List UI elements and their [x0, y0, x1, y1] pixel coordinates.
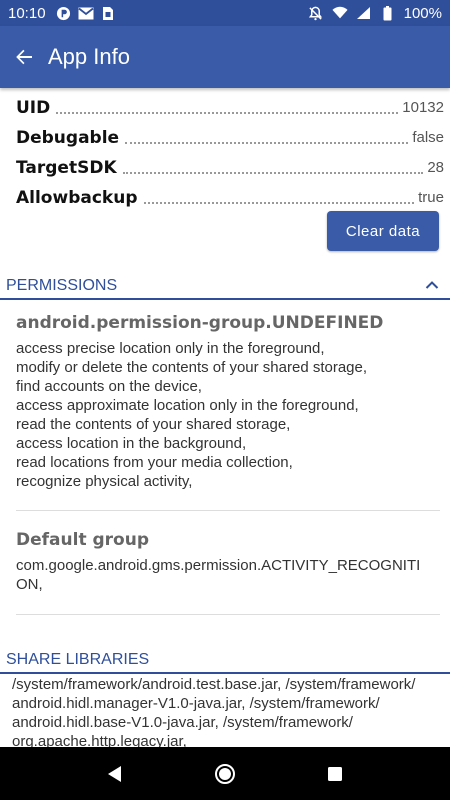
info-key: Debugable	[16, 128, 122, 148]
back-button[interactable]	[0, 33, 48, 81]
info-row-debugable: Debugable false	[0, 118, 450, 148]
permission-group: android.permission-group.UNDEFINED acces…	[16, 313, 440, 491]
nav-recents-button[interactable]	[315, 754, 355, 794]
permission-item: modify or delete the contents of your sh…	[16, 359, 368, 376]
permissions-header-label: PERMISSIONS	[6, 277, 118, 294]
permission-item: ON,	[16, 576, 43, 593]
permission-group-title: Default group	[16, 530, 149, 550]
navigation-bar	[0, 747, 450, 800]
info-row-targetsdk: TargetSDK 28	[0, 148, 450, 178]
permission-item: recognize physical activity,	[16, 473, 193, 490]
app-info-details: UID 10132 Debugable false TargetSDK 28 A…	[0, 88, 450, 208]
dotted-leader	[143, 202, 415, 204]
nav-home-button[interactable]	[205, 754, 245, 794]
library-line: /system/framework/android.test.base.jar,…	[12, 676, 416, 693]
dotted-leader	[122, 172, 424, 174]
permissions-header[interactable]: PERMISSIONS	[0, 274, 450, 300]
info-value: 10132	[402, 99, 444, 116]
recents-icon	[328, 766, 342, 781]
dotted-leader	[125, 142, 409, 144]
arrow-back-icon	[16, 49, 32, 65]
library-line: android.hidl.manager-V1.0-java.jar, /sys…	[12, 695, 380, 712]
divider	[16, 510, 440, 511]
permission-group: Default group com.google.android.gms.per…	[16, 530, 440, 594]
share-libraries-header[interactable]: SHARE LIBRARIES	[0, 648, 450, 674]
info-key: TargetSDK	[16, 158, 119, 178]
dotted-leader	[56, 112, 399, 114]
info-value: 28	[427, 159, 444, 176]
wifi-icon	[332, 5, 348, 21]
back-icon	[108, 765, 121, 782]
clear-data-button[interactable]: Clear data	[327, 211, 439, 251]
battery-percent: 100%	[403, 4, 442, 22]
divider	[16, 614, 440, 615]
gmail-icon	[77, 5, 94, 21]
dnd-off-icon	[308, 5, 324, 21]
share-libraries-list: /system/framework/android.test.base.jar,…	[12, 675, 448, 751]
info-key: UID	[16, 98, 53, 118]
permission-item: find accounts on the device,	[16, 378, 202, 395]
battery-icon	[380, 5, 396, 21]
permission-item: access approximate location only in the …	[16, 397, 359, 414]
section-divider	[0, 298, 450, 300]
app-bar: App Info	[0, 26, 450, 88]
library-line: android.hidl.base-V1.0-java.jar, /system…	[12, 714, 353, 731]
permission-item: read the contents of your shared storage…	[16, 416, 291, 433]
permission-group-title: android.permission-group.UNDEFINED	[16, 313, 384, 333]
permission-item: read locations from your media collectio…	[16, 454, 293, 471]
permission-item: com.google.android.gms.permission.ACTIVI…	[16, 557, 421, 574]
nav-back-button[interactable]	[95, 754, 135, 794]
info-key: Allowbackup	[16, 188, 140, 208]
page-title: App Info	[48, 44, 130, 69]
permission-item: access location in the background,	[16, 435, 247, 452]
chevron-up-icon[interactable]	[424, 277, 440, 293]
info-value: true	[418, 189, 444, 206]
home-icon	[215, 763, 235, 784]
sim-icon	[100, 5, 116, 21]
status-bar: 10:10 100%	[0, 0, 450, 26]
signal-icon	[356, 5, 372, 21]
section-divider	[0, 672, 450, 674]
info-row-uid: UID 10132	[0, 88, 450, 118]
permission-item: access precise location only in the fore…	[16, 340, 325, 357]
info-row-allowbackup: Allowbackup true	[0, 178, 450, 208]
info-value: false	[412, 129, 444, 146]
circle-p-icon	[56, 5, 72, 21]
share-libraries-header-label: SHARE LIBRARIES	[6, 651, 150, 668]
status-time: 10:10	[8, 4, 46, 22]
